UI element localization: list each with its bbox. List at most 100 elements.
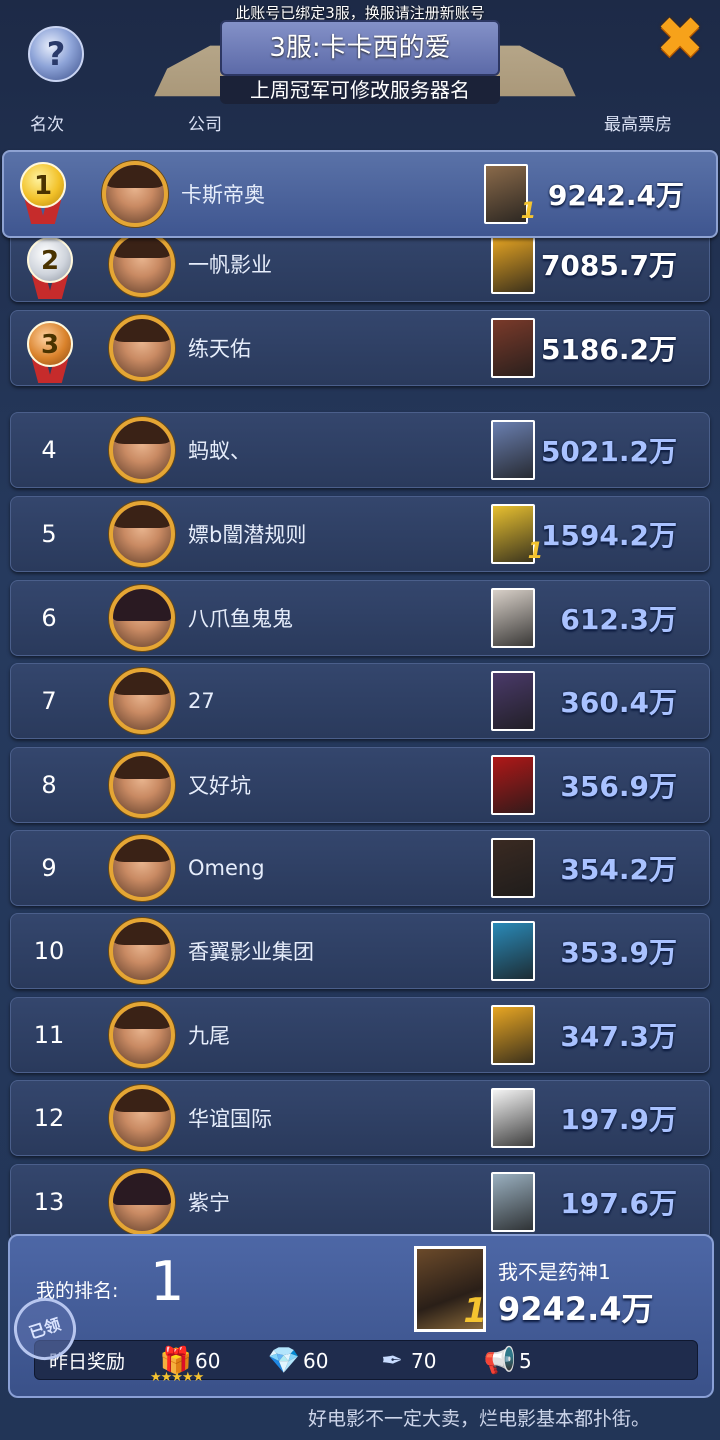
leaderboard-row[interactable]: 9 Omeng 354.2万 bbox=[10, 830, 710, 906]
rank-number: 11 bbox=[33, 1021, 65, 1049]
movie-poster[interactable] bbox=[491, 1005, 535, 1065]
rank-number: 13 bbox=[33, 1188, 65, 1216]
rank-number: 9 bbox=[41, 854, 57, 882]
reward-value: 60 bbox=[303, 1349, 329, 1373]
avatar[interactable] bbox=[109, 231, 175, 297]
help-button[interactable]: ? bbox=[28, 26, 84, 82]
help-icon: ? bbox=[46, 35, 66, 73]
avatar[interactable] bbox=[109, 918, 175, 984]
company-name: 华谊国际 bbox=[188, 1107, 272, 1131]
leaderboard-row[interactable]: 12 华谊国际 197.9万 bbox=[10, 1080, 710, 1156]
my-rank-panel: 我的排名: 1 1 我不是药神1 9242.4万 昨日奖励 🎁 60 💎 60 … bbox=[5, 1234, 714, 1398]
poster-rank-badge: 1 bbox=[520, 199, 536, 224]
leaderboard-row[interactable]: 13 紫宁 197.6万 bbox=[10, 1164, 710, 1240]
poster-rank-badge: 1 bbox=[463, 1291, 487, 1331]
box-office-value: 197.6万 bbox=[560, 1187, 677, 1220]
avatar[interactable] bbox=[109, 501, 175, 567]
rank-number: 7 bbox=[41, 687, 57, 715]
leaderboard-row[interactable]: 3 练天佑 5186.2万 bbox=[10, 310, 710, 386]
box-office-value: 354.2万 bbox=[560, 853, 677, 886]
column-rank-header: 名次 bbox=[30, 115, 64, 135]
company-name: 蚂蚁、 bbox=[188, 439, 251, 463]
my-movie-title: 我不是药神1 bbox=[498, 1260, 611, 1284]
megaphone-icon: 📢 bbox=[483, 1346, 517, 1376]
rank-number: 12 bbox=[33, 1104, 65, 1132]
movie-poster[interactable] bbox=[491, 234, 535, 294]
reward-item-megaphone: 📢 5 bbox=[483, 1341, 532, 1381]
leaderboard-row[interactable]: 10 香翼影业集团 353.9万 bbox=[10, 913, 710, 989]
leaderboard-row[interactable]: 8 又好坑 356.9万 bbox=[10, 747, 710, 823]
rank-number: 8 bbox=[41, 771, 57, 799]
box-office-value: 5186.2万 bbox=[540, 333, 677, 366]
reward-item-quill: ✒ 70 bbox=[375, 1341, 436, 1381]
footer-tip: 好电影不一定大卖，烂电影基本都扑街。 bbox=[307, 1408, 650, 1430]
avatar[interactable] bbox=[109, 1169, 175, 1235]
box-office-value: 347.3万 bbox=[560, 1020, 677, 1053]
company-name: 九尾 bbox=[188, 1024, 230, 1048]
company-name: 八爪鱼鬼鬼 bbox=[188, 607, 293, 631]
server-subtitle: 上周冠军可修改服务器名 bbox=[220, 76, 500, 104]
rank-number: 3 bbox=[27, 321, 73, 367]
reward-value: 70 bbox=[411, 1349, 437, 1373]
company-name: Omeng bbox=[188, 856, 265, 880]
movie-poster[interactable] bbox=[491, 588, 535, 648]
leaderboard-row[interactable]: 5 嫖b闓潜规则 1 1594.2万 bbox=[10, 496, 710, 572]
box-office-value: 9242.4万 bbox=[547, 179, 684, 212]
yesterday-reward-bar: 昨日奖励 🎁 60 💎 60 ✒ 70 📢 5 bbox=[34, 1340, 698, 1380]
rank-number: 1 bbox=[20, 162, 66, 208]
movie-poster[interactable] bbox=[491, 671, 535, 731]
leaderboard-row[interactable]: 6 八爪鱼鬼鬼 612.3万 bbox=[10, 580, 710, 656]
column-company-header: 公司 bbox=[188, 115, 222, 135]
leaderboard-row[interactable]: 7 27 360.4万 bbox=[10, 663, 710, 739]
movie-poster[interactable] bbox=[491, 1172, 535, 1232]
movie-poster[interactable]: 1 bbox=[491, 504, 543, 564]
star-rating: ★★★★★ bbox=[150, 1370, 204, 1385]
avatar[interactable] bbox=[109, 417, 175, 483]
movie-poster[interactable] bbox=[491, 1088, 535, 1148]
rank-number: 5 bbox=[41, 520, 57, 548]
avatar[interactable] bbox=[109, 752, 175, 818]
rank-number: 2 bbox=[27, 237, 73, 283]
box-office-value: 353.9万 bbox=[560, 936, 677, 969]
company-name: 香翼影业集团 bbox=[188, 940, 314, 964]
server-title[interactable]: 3服:卡卡西的爱 bbox=[220, 20, 500, 76]
avatar[interactable] bbox=[109, 1085, 175, 1151]
my-movie-poster[interactable]: 1 bbox=[414, 1246, 487, 1332]
bronze-medal-icon: 3 bbox=[25, 321, 75, 385]
company-name: 又好坑 bbox=[188, 774, 251, 798]
diamond-icon: 💎 bbox=[267, 1346, 301, 1376]
box-office-value: 197.9万 bbox=[560, 1103, 677, 1136]
leaderboard-row[interactable]: 11 九尾 347.3万 bbox=[10, 997, 710, 1073]
movie-poster[interactable] bbox=[491, 838, 535, 898]
movie-poster[interactable] bbox=[491, 755, 535, 815]
company-name: 嫖b闓潜规则 bbox=[188, 523, 307, 547]
movie-poster[interactable]: 1 bbox=[484, 164, 536, 224]
movie-poster[interactable] bbox=[491, 921, 535, 981]
reward-value: 5 bbox=[519, 1349, 532, 1373]
avatar[interactable] bbox=[109, 315, 175, 381]
company-name: 卡斯帝奥 bbox=[181, 183, 265, 207]
movie-poster[interactable] bbox=[491, 420, 535, 480]
box-office-value: 5021.2万 bbox=[540, 435, 677, 468]
close-button[interactable]: ✖ bbox=[652, 9, 708, 67]
box-office-value: 7085.7万 bbox=[540, 249, 677, 282]
rank-number: 4 bbox=[41, 436, 57, 464]
leaderboard-row[interactable]: 1 卡斯帝奥 1 9242.4万 bbox=[2, 150, 718, 238]
avatar[interactable] bbox=[109, 835, 175, 901]
column-box-office-header: 最高票房 bbox=[604, 115, 672, 135]
box-office-value: 356.9万 bbox=[560, 770, 677, 803]
movie-poster[interactable] bbox=[491, 318, 535, 378]
column-headers: 名次 公司 最高票房 bbox=[0, 110, 720, 136]
quill-icon: ✒ bbox=[381, 1346, 403, 1376]
avatar[interactable] bbox=[102, 161, 168, 227]
leaderboard-row[interactable]: 4 蚂蚁、 5021.2万 bbox=[10, 412, 710, 488]
avatar[interactable] bbox=[109, 585, 175, 651]
reward-item-diamond: 💎 60 bbox=[267, 1341, 329, 1381]
gold-medal-icon: 1 bbox=[18, 162, 68, 226]
avatar[interactable] bbox=[109, 668, 175, 734]
rank-number: 10 bbox=[33, 937, 65, 965]
company-name: 紫宁 bbox=[188, 1191, 230, 1215]
avatar[interactable] bbox=[109, 1002, 175, 1068]
box-office-value: 1594.2万 bbox=[540, 519, 677, 552]
box-office-value: 612.3万 bbox=[560, 603, 677, 636]
